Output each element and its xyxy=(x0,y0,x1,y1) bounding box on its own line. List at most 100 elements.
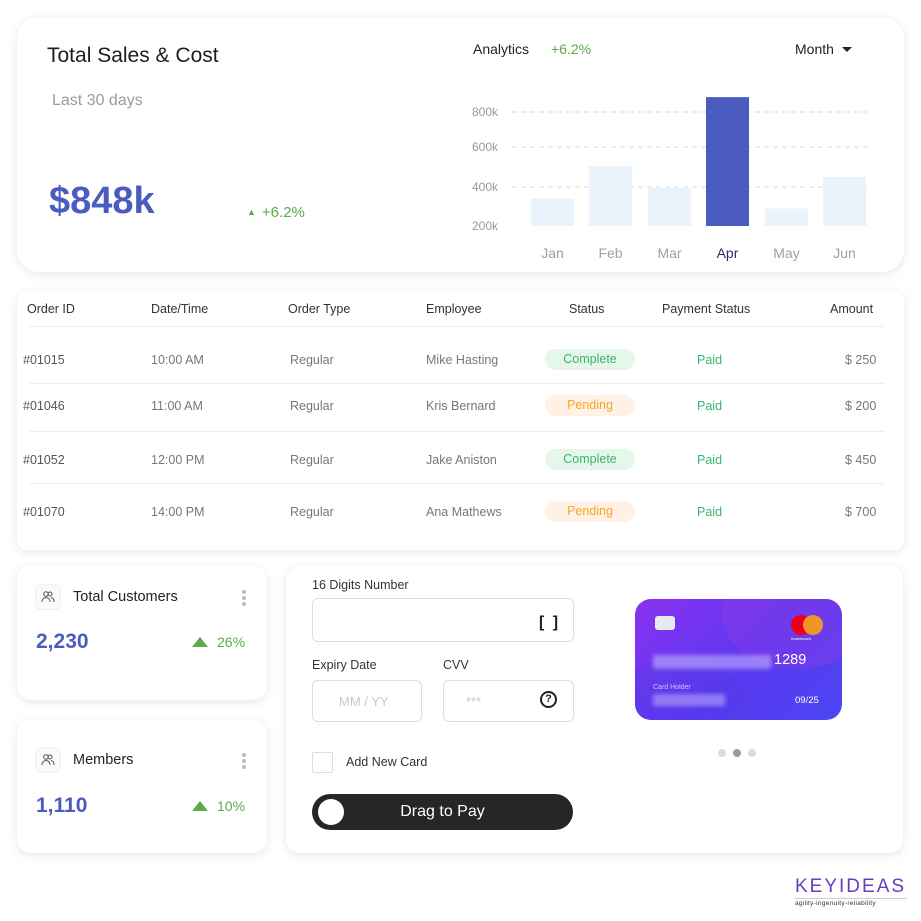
order-time: 14:00 PM xyxy=(151,505,205,519)
card-number-input[interactable] xyxy=(312,598,574,642)
sales-period: Last 30 days xyxy=(52,92,143,109)
status-badge: Pending xyxy=(545,501,635,522)
carousel-dot[interactable] xyxy=(748,749,756,757)
more-options-icon[interactable] xyxy=(241,590,247,606)
users-icon xyxy=(35,747,61,773)
order-id: #01052 xyxy=(23,453,65,467)
stat-change: 10% xyxy=(192,798,245,814)
order-type: Regular xyxy=(290,453,334,467)
order-type: Regular xyxy=(290,399,334,413)
period-dropdown-value: Month xyxy=(795,41,834,57)
help-icon[interactable]: ? xyxy=(540,691,557,708)
add-new-card-label: Add New Card xyxy=(346,755,428,769)
order-id: #01015 xyxy=(23,353,65,367)
column-header-order-id[interactable]: Order ID xyxy=(27,302,75,316)
stat-value: 2,230 xyxy=(36,630,89,653)
order-type: Regular xyxy=(290,505,334,519)
masked-card-holder xyxy=(653,694,725,706)
payment-status: Paid xyxy=(697,353,723,367)
x-tick-label: Jan xyxy=(541,245,564,261)
table-row[interactable]: #01070 14:00 PM Regular Ana Mathews Paid $ 70… xyxy=(17,501,904,525)
sales-title: Total Sales & Cost xyxy=(47,44,219,67)
order-type: Regular xyxy=(290,353,334,367)
employee-name: Ana Mathews xyxy=(426,505,502,519)
triangle-up-icon: ▲ xyxy=(247,207,256,217)
bar-mar[interactable] xyxy=(648,187,691,226)
order-id: #01070 xyxy=(23,505,65,519)
bar-apr[interactable] xyxy=(706,97,749,226)
row-divider xyxy=(29,383,885,384)
users-icon xyxy=(35,584,61,610)
members-card: Members 1,110 10% xyxy=(17,719,267,853)
triangle-up-icon xyxy=(192,637,208,647)
x-tick-label: May xyxy=(773,245,799,261)
masked-card-number xyxy=(653,655,771,669)
keyideas-logo: KEYIDEAS agility-ingenuity-reliability xyxy=(795,876,907,907)
mastercard-logo-icon xyxy=(791,615,825,637)
stat-change-value: 26% xyxy=(217,634,246,650)
total-customers-card: Total Customers 2,230 26% xyxy=(17,566,267,700)
x-tick-label: Mar xyxy=(657,245,681,261)
column-header-status[interactable]: Status xyxy=(569,302,604,316)
cvv-label: CVV xyxy=(443,658,469,672)
status-badge: Pending xyxy=(545,395,635,416)
sales-change-value: +6.2% xyxy=(261,204,305,221)
table-row[interactable]: #01052 12:00 PM Regular Jake Aniston Paid $ 4… xyxy=(17,449,904,473)
stat-change: 26% xyxy=(192,634,245,650)
credit-card-preview[interactable]: mastercard 1289 Card Holder 09/25 xyxy=(635,599,842,720)
card-brand: mastercard xyxy=(791,636,812,641)
row-divider xyxy=(29,483,885,484)
payment-panel: 16 Digits Number [ ] Expiry Date CVV ? A… xyxy=(286,566,903,853)
logo-text: KEYIDEAS xyxy=(795,876,907,897)
drag-to-pay-label: Drag to Pay xyxy=(400,803,485,820)
bar-feb[interactable] xyxy=(589,166,632,226)
x-tick-label: Apr xyxy=(717,245,739,261)
stat-label: Members xyxy=(73,752,134,768)
column-header-amount[interactable]: Amount xyxy=(830,302,873,316)
payment-status: Paid xyxy=(697,453,723,467)
period-dropdown[interactable]: Month xyxy=(795,41,852,57)
order-time: 10:00 AM xyxy=(151,353,204,367)
stat-value: 1,110 xyxy=(36,794,88,817)
y-tick-label: 800k xyxy=(472,105,499,119)
payment-status: Paid xyxy=(697,505,723,519)
card-expiry: 09/25 xyxy=(795,695,819,706)
table-row[interactable]: #01015 10:00 AM Regular Mike Hasting Paid $ 2… xyxy=(17,349,904,373)
y-tick-label: 600k xyxy=(472,140,499,154)
analytics-change: +6.2% xyxy=(551,41,592,57)
y-tick-label: 400k xyxy=(472,180,499,194)
add-new-card-checkbox[interactable] xyxy=(312,752,333,773)
bar-jun[interactable] xyxy=(823,177,866,226)
stat-change-value: 10% xyxy=(217,798,246,814)
order-time: 11:00 AM xyxy=(151,399,203,413)
analytics-bar-chart: 200k 400k 600k 800k Jan Feb Mar Apr May Jun xyxy=(472,97,867,261)
order-amount: $ 250 xyxy=(845,353,877,367)
order-amount: $ 200 xyxy=(845,399,877,413)
row-divider xyxy=(29,326,885,327)
column-header-employee[interactable]: Employee xyxy=(426,302,482,316)
bar-jan[interactable] xyxy=(531,198,574,226)
payment-status: Paid xyxy=(697,399,723,413)
analytics-label: Analytics xyxy=(473,41,530,57)
expiry-input[interactable] xyxy=(312,680,422,722)
order-time: 12:00 PM xyxy=(151,453,205,467)
drag-to-pay-slider[interactable]: Drag to Pay xyxy=(312,794,573,830)
chip-icon xyxy=(655,616,675,630)
carousel-dot[interactable] xyxy=(718,749,726,757)
table-row[interactable]: #01046 11:00 AM Regular Kris Bernard Paid $ 2… xyxy=(17,395,904,419)
triangle-up-icon xyxy=(192,801,208,811)
scan-card-icon[interactable]: [ ] xyxy=(539,614,560,632)
column-header-payment-status[interactable]: Payment Status xyxy=(662,302,750,316)
status-badge: Complete xyxy=(545,449,635,470)
order-amount: $ 450 xyxy=(845,453,877,467)
sales-total: $848k xyxy=(49,180,155,222)
status-badge: Complete xyxy=(545,349,635,370)
more-options-icon[interactable] xyxy=(241,753,247,769)
employee-name: Kris Bernard xyxy=(426,399,496,413)
column-header-date-time[interactable]: Date/Time xyxy=(151,302,208,316)
column-header-order-type[interactable]: Order Type xyxy=(288,302,350,316)
carousel-dot-active[interactable] xyxy=(733,749,741,757)
order-amount: $ 700 xyxy=(845,505,877,519)
bar-may[interactable] xyxy=(765,208,808,226)
card-number-label: 16 Digits Number xyxy=(312,578,409,592)
